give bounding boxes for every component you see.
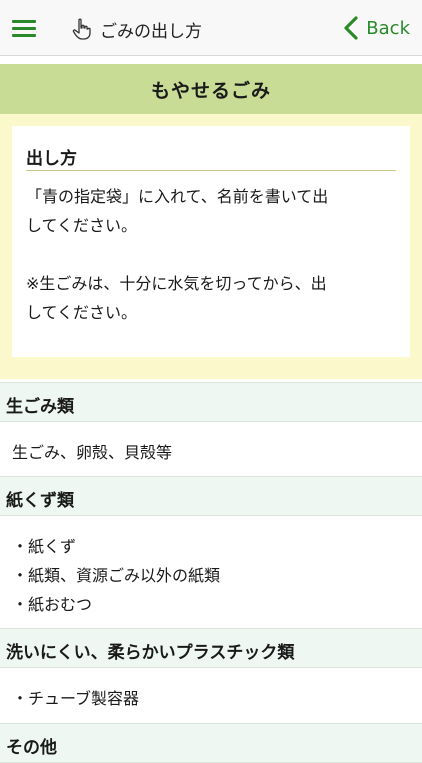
- chevron-left-icon: [344, 16, 358, 40]
- page-title: ごみの出し方: [100, 22, 202, 42]
- section-title: 生ごみ類: [6, 397, 74, 417]
- back-button[interactable]: Back: [342, 14, 410, 42]
- navigation-bar: ごみの出し方 Back: [0, 0, 422, 56]
- howto-heading: 出し方: [26, 144, 396, 171]
- section-header-food-waste: 生ごみ類: [0, 382, 422, 422]
- howto-card: 出し方 「青の指定袋」に入れて、名前を書いて出 してください。 ※生ごみは、十分…: [12, 126, 410, 357]
- section-body-soft-plastics: ・チューブ製容器: [0, 668, 422, 722]
- pointing-hand-icon: [72, 18, 91, 40]
- back-button-label: Back: [366, 17, 410, 39]
- section-body-paper-waste: ・紙くず ・紙類、資源ごみ以外の紙類 ・紙おむつ: [0, 516, 422, 626]
- list-item: ・紙おむつ: [12, 595, 93, 614]
- section-header-soft-plastics: 洗いにくい、柔らかいプラスチック類: [0, 628, 422, 668]
- howto-body: 「青の指定袋」に入れて、名前を書いて出 してください。 ※生ごみは、十分に水気を…: [26, 187, 329, 322]
- category-title: もやせるごみ: [150, 79, 271, 102]
- hamburger-menu-icon[interactable]: [12, 20, 36, 38]
- section-body-food-waste: 生ごみ、卵殻、貝殻等: [0, 422, 422, 475]
- section-header-paper-waste: 紙くず類: [0, 476, 422, 516]
- list-item: 生ごみ、卵殻、貝殻等: [12, 443, 173, 462]
- list-item: ・チューブ製容器: [12, 689, 140, 708]
- section-title: 紙くず類: [6, 491, 74, 511]
- section-header-other: その他: [0, 723, 422, 763]
- list-item: ・紙くず: [12, 537, 77, 556]
- section-title: 洗いにくい、柔らかいプラスチック類: [6, 643, 295, 663]
- section-title: その他: [6, 738, 57, 758]
- howto-panel: 出し方 「青の指定袋」に入れて、名前を書いて出 してください。 ※生ごみは、十分…: [0, 114, 422, 379]
- category-banner: もやせるごみ: [0, 64, 422, 114]
- list-item: ・紙類、資源ごみ以外の紙類: [12, 566, 221, 585]
